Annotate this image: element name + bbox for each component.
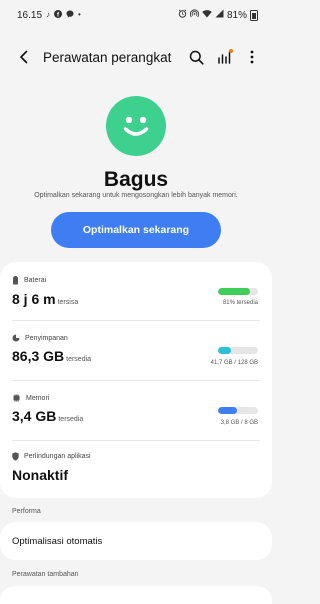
battery-percent: 81% — [226, 9, 247, 21]
memory-label-group: Memori — [12, 394, 260, 402]
battery-bar-fill — [218, 288, 251, 295]
storage-value: 86,3 GB — [12, 348, 65, 364]
more-options-button[interactable] — [238, 38, 266, 76]
status-subtitle: Optimalkan sekarang untuk mengosongkan l… — [34, 192, 238, 199]
divider — [12, 440, 260, 441]
divider — [12, 320, 260, 321]
app-protection-value-group: Nonaktif — [12, 467, 260, 483]
battery-label-group: Baterai — [12, 276, 260, 285]
wifi-icon — [202, 9, 212, 21]
stats-button[interactable] — [210, 38, 238, 76]
search-icon — [189, 50, 204, 65]
status-left: 16.15 ♪ f • — [17, 10, 81, 21]
memory-bar-track — [218, 407, 258, 414]
back-button[interactable] — [4, 38, 44, 76]
notification-dot — [229, 49, 233, 53]
battery-bar: 81% tersedia — [218, 288, 258, 306]
alarm-icon — [178, 9, 187, 21]
memory-value: 3,4 GB — [12, 408, 57, 424]
status-bar: 16.15 ♪ f • 81% — [0, 0, 272, 30]
battery-icon — [13, 276, 18, 285]
pie-chart-icon — [12, 334, 20, 342]
facebook-icon: f — [54, 10, 63, 20]
memory-bar-fill — [218, 407, 238, 414]
memory-bar: 3,8 GB / 8 GB — [218, 407, 258, 426]
storage-row[interactable]: Penyimpanan 86,3 GB tersedia 41,7 GB / 1… — [12, 334, 260, 378]
battery-caption: 81% tersedia — [222, 300, 258, 306]
battery-value: 8 j 6 m — [12, 291, 56, 307]
storage-label-group: Penyimpanan — [12, 334, 260, 342]
device-care-card: Baterai 8 j 6 m tersisa 81% tersedia Pen… — [0, 262, 272, 498]
status-title: Bagus — [103, 168, 169, 191]
performance-section-header: Performa — [12, 508, 41, 515]
storage-unit: tersedia — [66, 356, 92, 363]
back-arrow-icon — [20, 50, 28, 64]
extra-care-section-header: Perawatan tambahan — [12, 571, 79, 578]
app-protection-value: Nonaktif — [12, 467, 68, 483]
app-protection-label-group: Perlindungan aplikasi — [12, 452, 260, 461]
storage-bar-track — [218, 347, 258, 354]
extra-care-card[interactable] — [0, 586, 272, 604]
storage-label: Penyimpanan — [25, 334, 68, 342]
app-bar: Perawatan perangkat — [0, 38, 272, 76]
battery-icon — [250, 9, 258, 21]
battery-bar-track — [218, 288, 258, 295]
storage-caption: 41,7 GB / 128 GB — [210, 360, 258, 366]
auto-optimize-item[interactable]: Optimalisasi otomatis — [0, 522, 272, 560]
battery-unit: tersisa — [57, 299, 79, 306]
memory-label: Memori — [26, 394, 50, 402]
search-button[interactable] — [182, 38, 210, 76]
status-right: 81% — [178, 9, 258, 21]
status-time: 16.15 — [17, 9, 43, 21]
app-protection-row[interactable]: Perlindungan aplikasi Nonaktif — [12, 452, 260, 492]
dot-icon: • — [78, 10, 81, 19]
memory-chip-icon — [13, 394, 20, 402]
app-protection-label: Perlindungan aplikasi — [24, 453, 91, 460]
storage-bar: 41,7 GB / 128 GB — [211, 347, 258, 366]
memory-caption: 3,8 GB / 8 GB — [220, 420, 258, 426]
signal-icon — [215, 9, 224, 21]
messenger-icon — [66, 10, 74, 20]
page-title: Perawatan perangkat — [43, 49, 172, 65]
more-vertical-icon — [250, 50, 254, 64]
tiktok-icon: ♪ — [46, 10, 51, 19]
memory-unit: tersedia — [58, 416, 84, 423]
memory-row[interactable]: Memori 3,4 GB tersedia 3,8 GB / 8 GB — [12, 394, 260, 438]
shield-icon — [12, 452, 19, 461]
battery-row[interactable]: Baterai 8 j 6 m tersisa 81% tersedia — [12, 276, 260, 320]
optimize-now-button[interactable]: Optimalkan sekarang — [51, 212, 221, 248]
hotspot-icon — [189, 9, 200, 21]
storage-bar-fill — [218, 347, 232, 354]
divider — [12, 380, 260, 381]
smiley-face-icon — [106, 96, 166, 156]
app-bar-actions — [182, 38, 266, 76]
battery-label: Baterai — [24, 277, 47, 284]
